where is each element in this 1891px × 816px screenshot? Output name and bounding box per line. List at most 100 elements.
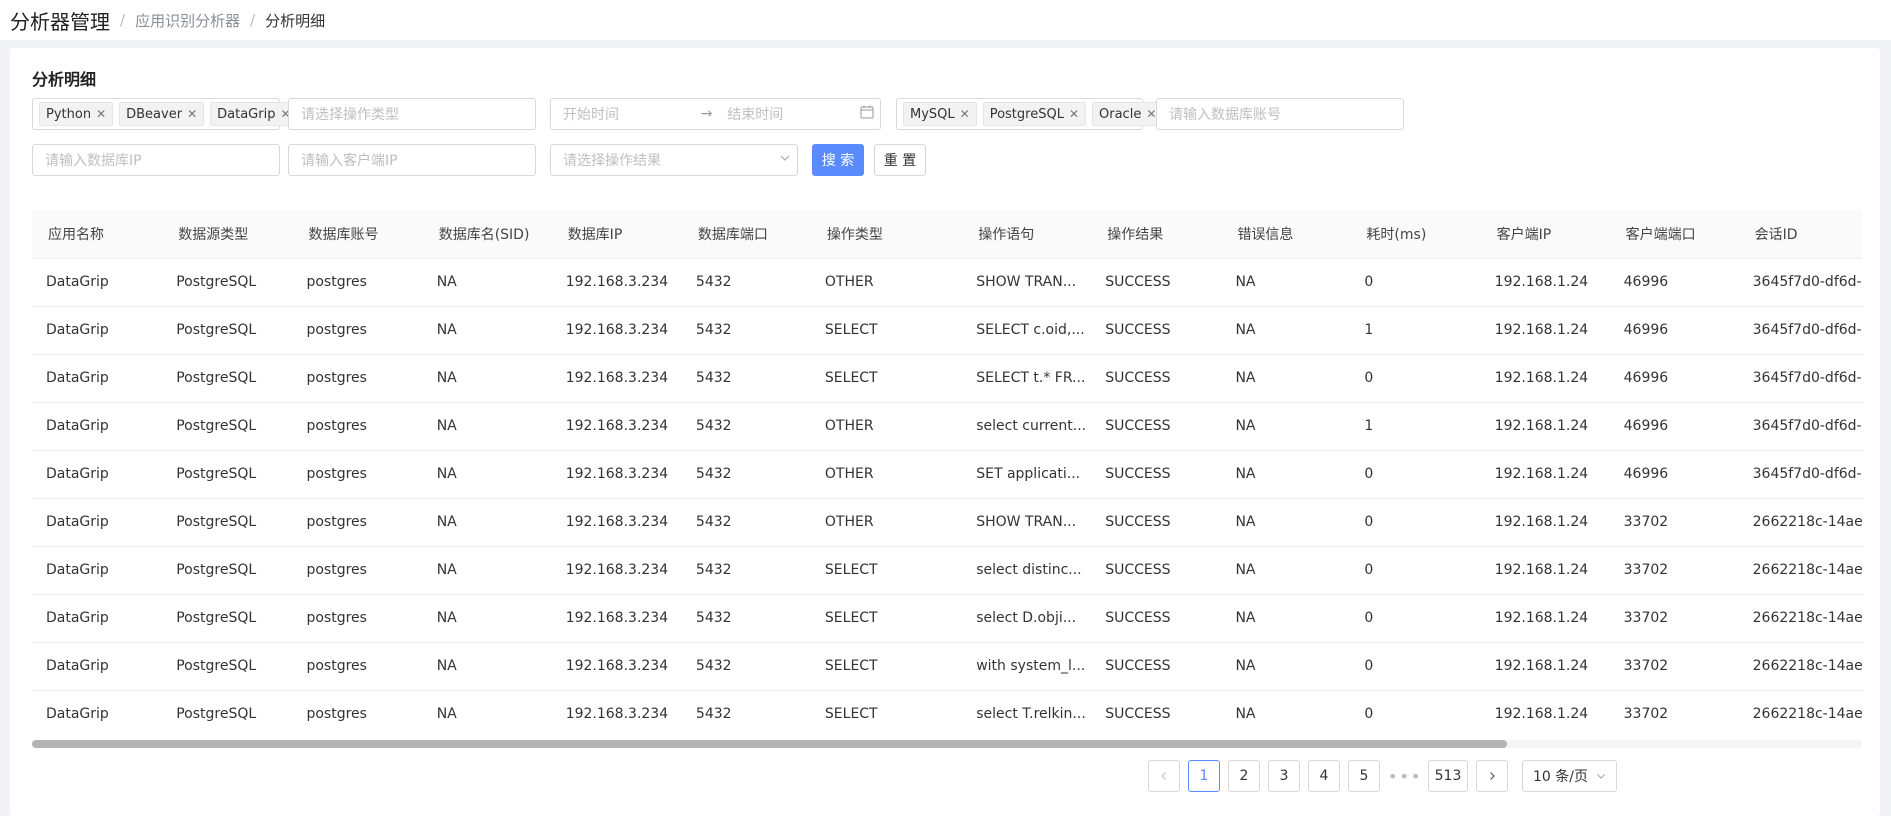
column-header: 数据库名(SID) [422,210,552,259]
table-cell: 2662218c-14ae-4c86-96 [1738,546,1862,595]
table-cell: OTHER [810,402,963,451]
column-header: 耗时(ms) [1350,210,1481,259]
db-type-multiselect[interactable]: MySQL ✕ PostgreSQL ✕ Oracle ✕ [896,98,1164,130]
db-ip-input[interactable]: 请输入数据库IP [32,144,280,176]
table-cell: NA [1221,642,1351,691]
op-type-select[interactable]: 请选择操作类型 [288,98,536,130]
table-cell: 192.168.3.234 [551,498,682,547]
search-button[interactable]: 搜 索 [812,144,864,176]
close-icon[interactable]: ✕ [960,107,970,121]
page-last-button[interactable]: 513 [1428,760,1468,792]
table-cell: postgres [292,642,423,691]
arrow-right-icon: → [700,106,713,122]
table-cell: 192.168.1.24 [1480,306,1610,355]
table-cell: SHOW TRAN... [962,498,1092,547]
table-row[interactable]: DataGrip PostgreSQL postgres NA 192.168.3.23… [32,258,1862,307]
page-1-button[interactable]: 1 [1188,760,1220,792]
table-row[interactable]: DataGrip PostgreSQL postgres NA 192.168.3.23… [32,402,1862,451]
table-cell: PostgreSQL [162,258,293,307]
pagination: 1 2 3 4 5 ••• 513 10 条/页 [1140,760,1617,792]
tag-postgresql: PostgreSQL ✕ [982,102,1087,126]
column-header: 应用名称 [32,210,163,259]
table-row[interactable]: DataGrip PostgreSQL postgres NA 192.168.3.23… [32,354,1862,403]
table-cell: 1 [1350,306,1481,355]
table-cell: select D.obji... [962,594,1092,643]
detail-table: 应用名称 数据源类型 数据库账号 数据库名(SID) 数据库IP 数据库端口 操作类型 操作语… [32,210,1862,735]
table-cell: 5432 [681,402,811,451]
chevron-down-icon [1597,774,1605,779]
table-row[interactable]: DataGrip PostgreSQL postgres NA 192.168.3.23… [32,642,1862,691]
table-cell: SELECT t.* FR... [962,354,1092,403]
page-4-button[interactable]: 4 [1308,760,1340,792]
table-cell: NA [422,258,552,307]
tag-python: Python ✕ [39,102,114,126]
table-cell: SET applicati... [962,450,1092,499]
table-cell: select distinc... [962,546,1092,595]
table-cell: 0 [1350,594,1481,643]
table-cell: DataGrip [32,402,163,451]
table-row[interactable]: DataGrip PostgreSQL postgres NA 192.168.3.23… [32,594,1862,643]
table-row[interactable]: DataGrip PostgreSQL postgres NA 192.168.3.23… [32,498,1862,547]
page-3-button[interactable]: 3 [1268,760,1300,792]
horizontal-scrollbar[interactable] [32,740,1862,748]
table-cell: PostgreSQL [162,642,293,691]
table-cell: 3645f7d0-df6d-4dda-82 [1738,450,1862,499]
page-size-select[interactable]: 10 条/页 [1522,760,1617,792]
tag-oracle: Oracle ✕ [1092,102,1164,126]
end-time-input[interactable]: 结束时间 [721,104,851,124]
table-row[interactable]: DataGrip PostgreSQL postgres NA 192.168.3.23… [32,450,1862,499]
start-time-input[interactable]: 开始时间 [557,104,692,124]
db-account-input[interactable]: 请输入数据库账号 [1156,98,1404,130]
scrollbar-thumb[interactable] [32,740,1507,748]
close-icon[interactable]: ✕ [1069,107,1079,121]
next-page-button[interactable] [1476,760,1508,792]
table-cell: 5432 [681,306,811,355]
table-cell: 0 [1350,258,1481,307]
table-cell: 33702 [1609,690,1739,735]
table-cell: 192.168.3.234 [551,450,682,499]
table-cell: postgres [292,450,423,499]
table-cell: PostgreSQL [162,594,293,643]
table-cell: SUCCESS [1091,690,1222,735]
table-cell: NA [422,498,552,547]
table-cell: SELECT [810,594,963,643]
table-cell: 192.168.1.24 [1480,402,1610,451]
op-result-select[interactable]: 请选择操作结果 [550,144,798,176]
table-cell: SUCCESS [1091,498,1222,547]
reset-button[interactable]: 重 置 [874,144,926,176]
page-size-label: 10 条/页 [1533,769,1588,785]
table-cell: NA [1221,594,1351,643]
breadcrumb-mid[interactable]: 应用识别分析器 [135,10,240,31]
column-header: 数据库账号 [292,210,423,259]
tag-datagrip: DataGrip ✕ [210,102,298,126]
table-cell: NA [422,642,552,691]
table-cell: 5432 [681,354,811,403]
table-cell: 1 [1350,402,1481,451]
table-cell: 192.168.1.24 [1480,690,1610,735]
page-5-button[interactable]: 5 [1348,760,1380,792]
close-icon[interactable]: ✕ [96,107,106,121]
table-cell: SUCCESS [1091,594,1222,643]
table-cell: SHOW TRAN... [962,258,1092,307]
chevron-right-icon [1490,772,1495,780]
close-icon[interactable]: ✕ [187,107,197,121]
app-name-multiselect[interactable]: Python ✕ DBeaver ✕ DataGrip ✕ [32,98,298,130]
client-ip-input[interactable]: 请输入客户端IP [288,144,536,176]
table-cell: 2662218c-14ae-4c86-96 [1738,594,1862,643]
table-row[interactable]: DataGrip PostgreSQL postgres NA 192.168.3.23… [32,306,1862,355]
table-cell: 192.168.1.24 [1480,594,1610,643]
close-icon[interactable]: ✕ [1146,107,1156,121]
ellipsis-icon[interactable]: ••• [1388,767,1420,786]
table-row[interactable]: DataGrip PostgreSQL postgres NA 192.168.3.23… [32,690,1862,735]
table-row[interactable]: DataGrip PostgreSQL postgres NA 192.168.3.23… [32,546,1862,595]
tag-label: DBeaver [126,106,183,122]
table-cell: 46996 [1609,354,1739,403]
page-2-button[interactable]: 2 [1228,760,1260,792]
table-cell: NA [422,594,552,643]
breadcrumb-root[interactable]: 分析器管理 [10,6,110,35]
column-header: 操作语句 [962,210,1092,259]
table-cell: 5432 [681,450,811,499]
table-cell: OTHER [810,450,963,499]
prev-page-button[interactable] [1148,760,1180,792]
time-range-picker[interactable]: 开始时间 → 结束时间 [550,98,881,130]
